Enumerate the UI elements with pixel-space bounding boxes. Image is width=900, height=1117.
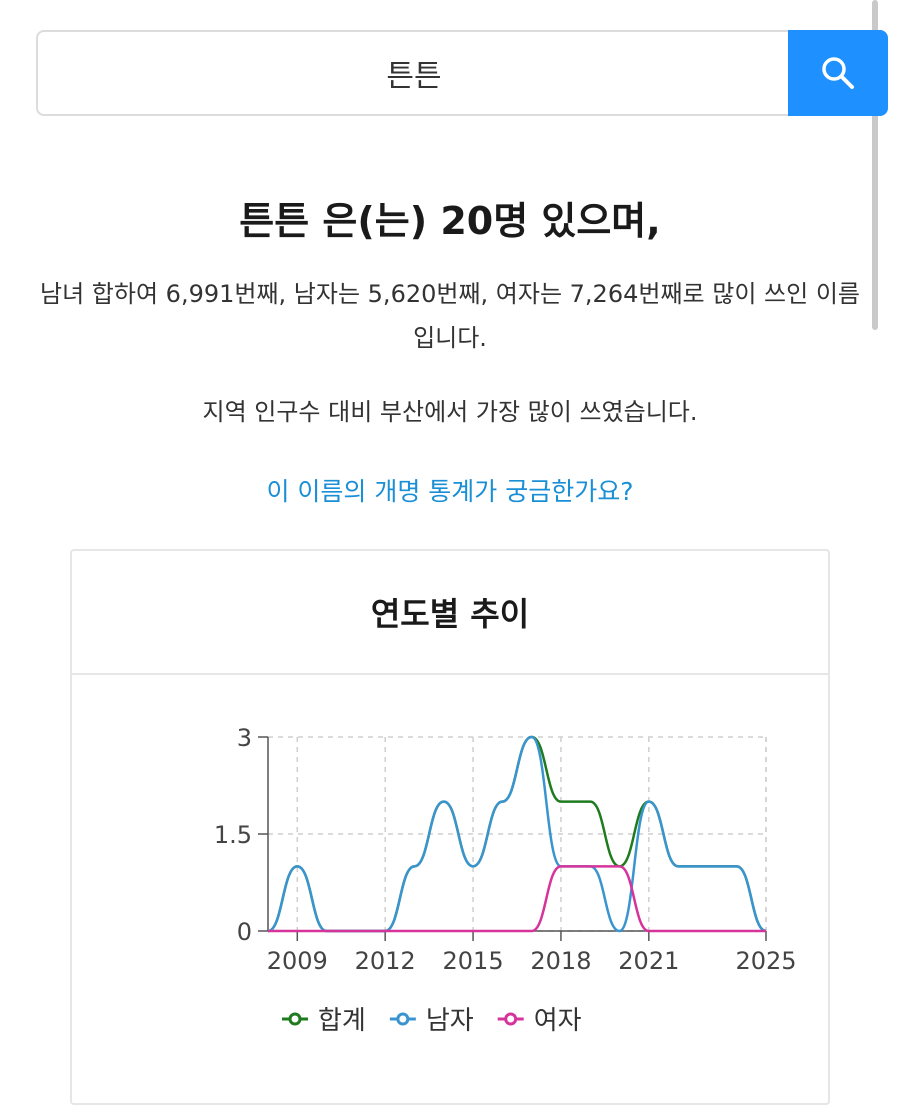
search-bar — [36, 30, 888, 116]
legend-marker-3 — [504, 1012, 518, 1026]
x-tick-label: 2009 — [267, 947, 328, 975]
legend-label-1: 합계 — [318, 1006, 366, 1036]
region-description: 지역 인구수 대비 부산에서 가장 많이 쓰였습니다. — [202, 398, 698, 426]
rename-stats-link[interactable]: 이 이름의 개명 통계가 궁금한가요? — [0, 472, 900, 508]
legend-label-3: 여자 — [534, 1006, 582, 1036]
yearly-trend-chart: 0 1.5 3 2009 2012 2015 2018 2021 2025 합계 남자 여자 — [214, 724, 797, 1036]
series-line-3 — [267, 865, 766, 933]
search-icon — [822, 57, 854, 89]
legend-marker-1 — [288, 1012, 302, 1026]
x-tick-label: 2021 — [618, 947, 679, 975]
chart-card: 연도별 추이 0 1.5 3 2009 2012 2015 2018 2021 2025 합계 남자… — [70, 549, 830, 1105]
x-tick-label: 2025 — [735, 947, 796, 975]
y-tick-label: 3 — [237, 724, 252, 752]
x-tick-label: 2018 — [530, 947, 591, 975]
legend-label-2: 남자 — [426, 1006, 474, 1036]
y-tick-label: 0 — [237, 918, 252, 946]
y-tick-label: 1.5 — [214, 821, 252, 849]
legend-marker-2 — [396, 1012, 410, 1026]
x-tick-label: 2012 — [355, 947, 416, 975]
result-headline: 튼튼 은(는) 20명 있으며, — [239, 199, 661, 243]
x-tick-label: 2015 — [443, 947, 504, 975]
rank-description: 남녀 합하여 6,991번째, 남자는 5,620번째, 여자는 7,264번째… — [40, 280, 860, 352]
search-button[interactable] — [788, 30, 888, 116]
search-input[interactable] — [36, 30, 790, 116]
chart-card-title: 연도별 추이 — [72, 551, 828, 675]
